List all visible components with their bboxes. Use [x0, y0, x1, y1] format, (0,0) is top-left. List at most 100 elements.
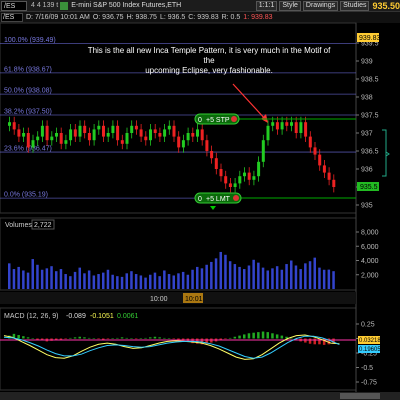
- candle-body: [36, 136, 40, 141]
- macd-histogram-bar: [64, 338, 67, 340]
- macd-axis: 0.250-0.25-0.5-0.75: [356, 322, 377, 387]
- candle-body: [106, 133, 110, 137]
- candle-body: [327, 172, 331, 180]
- candle-body: [196, 129, 199, 137]
- candle-body: [308, 136, 312, 148]
- volume-bar: [243, 269, 246, 289]
- volume-bar: [50, 266, 53, 289]
- annotation-line-1: This is the all new Inca Temple Pattern,…: [87, 46, 331, 65]
- macd-histogram-bar: [102, 338, 105, 340]
- macd-histogram-bar: [26, 337, 30, 339]
- candle-body: [257, 161, 261, 177]
- candle-body: [186, 133, 190, 141]
- volume-bar: [308, 261, 312, 289]
- macd-histogram-bar: [224, 338, 227, 340]
- candle-body: [275, 122, 279, 130]
- macd-histogram-bar: [97, 338, 100, 340]
- macd-value-1: -0.089: [66, 313, 86, 320]
- fib-level-label: 0.0% (935.19): [4, 192, 48, 199]
- candle-body: [158, 133, 162, 137]
- volume-bar: [17, 266, 20, 289]
- macd-histogram-bar: [144, 337, 147, 339]
- macd-tick-label: 0.25: [361, 322, 375, 329]
- macd-histogram-bar: [17, 335, 20, 339]
- price-range-bracket: [382, 129, 387, 177]
- limit-order-label: +5 LMT: [206, 196, 231, 203]
- macd-histogram-bar: [106, 338, 110, 340]
- candle-body: [111, 125, 115, 133]
- volume-bar: [106, 269, 110, 289]
- macd-histogram-bar: [177, 338, 180, 340]
- volume-tick-label: 8,000: [361, 230, 379, 237]
- volume-bar: [116, 276, 119, 289]
- candle-body: [87, 133, 91, 141]
- candle-body: [247, 172, 251, 180]
- volume-bar: [153, 272, 157, 289]
- macd-histogram-bar: [238, 335, 241, 339]
- candle-body: [233, 183, 237, 187]
- price-tick-label: 937.5: [361, 113, 379, 120]
- candle-body: [45, 125, 49, 141]
- candle-body: [219, 169, 223, 177]
- candle-body: [228, 183, 232, 187]
- fib-level-label: 38.2% (937.50): [4, 109, 52, 116]
- macd-histogram-bar: [130, 338, 133, 339]
- cancel-limit-icon[interactable]: [233, 195, 239, 201]
- candle-body: [294, 122, 298, 133]
- macd-histogram-bar: [111, 338, 114, 339]
- volume-bar: [200, 268, 204, 289]
- macd-panel[interactable]: [0, 307, 357, 391]
- macd-histogram-bar: [22, 336, 25, 339]
- fib-level-label: 100.0% (939.49): [4, 37, 56, 44]
- volume-bar: [313, 257, 316, 289]
- price-tick-label: 936.5: [361, 149, 379, 156]
- price-tick-label: 935: [361, 203, 373, 210]
- volume-tick-label: 2,000: [361, 272, 379, 279]
- macd-tick-label: -0.5: [361, 365, 373, 372]
- macd-histogram-bar: [125, 337, 128, 339]
- volume-bar: [69, 276, 72, 289]
- macd-histogram-bar: [257, 332, 260, 339]
- limit-order-tag[interactable]: 0 +5 LMT: [194, 192, 242, 204]
- volume-bar: [87, 270, 91, 289]
- volume-bar: [210, 261, 213, 289]
- price-tick-label: 938: [361, 95, 373, 102]
- candle-body: [172, 125, 176, 137]
- candle-body: [97, 125, 101, 130]
- volume-bar: [304, 263, 307, 289]
- volume-bar: [59, 269, 63, 289]
- volume-bar: [280, 269, 284, 289]
- macd-histogram-bar: [290, 338, 293, 339]
- stop-order-tag[interactable]: 0 +5 STP: [194, 113, 240, 125]
- candle-body: [238, 176, 242, 184]
- volume-bar: [144, 277, 147, 289]
- candle-body: [116, 125, 120, 141]
- scrollbar-thumb[interactable]: [340, 393, 380, 399]
- volume-bar: [228, 261, 232, 289]
- volume-bar: [167, 274, 171, 289]
- volume-value: 2,722: [34, 222, 52, 229]
- candle-body: [181, 140, 185, 148]
- chart-annotation: This is the all new Inca Temple Pattern,…: [84, 46, 334, 76]
- candle-body: [69, 129, 73, 141]
- macd-histogram-bar: [313, 338, 316, 345]
- volume-bar: [36, 264, 39, 289]
- macd-histogram-bar: [120, 337, 124, 339]
- volume-bar: [224, 254, 227, 289]
- volume-bar: [181, 271, 185, 289]
- macd-histogram-bar: [280, 335, 284, 339]
- volume-bar: [257, 262, 260, 289]
- candle-body: [125, 133, 129, 144]
- cancel-stop-icon[interactable]: [231, 116, 237, 122]
- volume-bar: [139, 275, 143, 289]
- candle-body: [290, 122, 293, 126]
- candle-body: [332, 179, 336, 187]
- macd-histogram-bar: [275, 334, 279, 339]
- macd-histogram-bar: [228, 337, 232, 339]
- candle-body: [322, 165, 326, 173]
- macd-histogram-bar: [78, 336, 81, 339]
- price-tick-label: 939: [361, 59, 373, 66]
- candle-body: [130, 125, 134, 133]
- candle-body: [252, 176, 256, 180]
- candle-body: [243, 172, 246, 177]
